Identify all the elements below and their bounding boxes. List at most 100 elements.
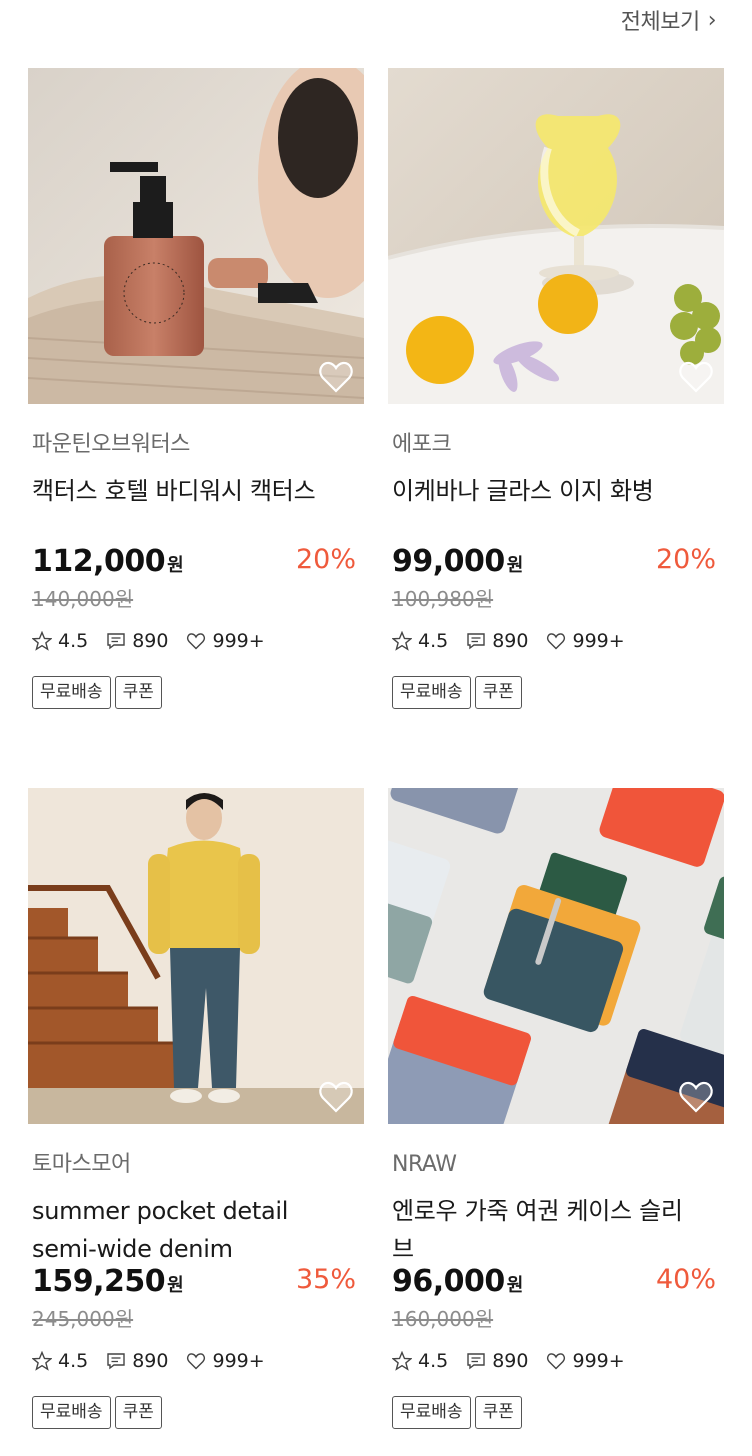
- price-row: 99,000 원 20%: [388, 544, 724, 584]
- brand-name[interactable]: 에포크: [388, 430, 724, 460]
- product-name[interactable]: summer pocket detail semi-wide denim: [28, 1192, 364, 1268]
- like-count: 999+: [572, 1350, 625, 1372]
- sale-price: 112,000: [32, 544, 166, 579]
- free-shipping-badge: 무료배송: [32, 1396, 111, 1429]
- like-count: 999+: [572, 630, 625, 652]
- product-image[interactable]: [28, 68, 364, 404]
- rating-value: 4.5: [58, 1350, 89, 1372]
- tag-list: 무료배송 쿠폰: [28, 1396, 364, 1429]
- sale-price: 159,250: [32, 1264, 166, 1299]
- free-shipping-badge: 무료배송: [32, 676, 111, 709]
- product-image[interactable]: [28, 788, 364, 1124]
- review-count: 890: [492, 1350, 529, 1372]
- stats-row: 4.5 890 999+: [28, 1348, 364, 1374]
- rating: 4.5: [392, 1350, 448, 1372]
- comment-icon: [467, 633, 485, 650]
- coupon-badge: 쿠폰: [114, 1396, 162, 1429]
- star-icon: [32, 1351, 52, 1371]
- product-name[interactable]: 이케바나 글라스 이지 화병: [388, 472, 724, 548]
- sale-price: 99,000: [392, 544, 505, 579]
- section-header: 전체보기 ›: [0, 0, 752, 40]
- stats-row: 4.5 890 999+: [388, 1348, 724, 1374]
- discount-rate: 40%: [655, 1264, 716, 1295]
- currency-label: 원: [167, 1275, 184, 1296]
- likes: 999+: [186, 1350, 265, 1372]
- product-image[interactable]: [388, 68, 724, 404]
- original-price: 160,000원: [392, 1307, 494, 1331]
- product-card[interactable]: NRAW 엔로우 가죽 여권 케이스 슬리브 96,000 원 40% 160,0…: [388, 788, 724, 1429]
- discount-rate: 20%: [295, 544, 356, 575]
- price-row: 112,000 원 20%: [28, 544, 364, 584]
- brand-name[interactable]: NRAW: [388, 1150, 724, 1180]
- price-row: 96,000 원 40%: [388, 1264, 724, 1304]
- currency-label: 원: [167, 555, 184, 576]
- comment-icon: [467, 1353, 485, 1370]
- reviews: 890: [466, 1350, 528, 1372]
- view-all-label: 전체보기: [620, 10, 700, 35]
- original-price: 245,000원: [32, 1307, 134, 1331]
- heart-outline-icon: [547, 1353, 566, 1370]
- heart-icon[interactable]: [678, 360, 714, 394]
- heart-outline-icon: [187, 1353, 206, 1370]
- heart-outline-icon: [547, 633, 566, 650]
- heart-icon[interactable]: [318, 1080, 354, 1114]
- star-icon: [392, 631, 412, 651]
- rating: 4.5: [32, 630, 88, 652]
- coupon-badge: 쿠폰: [114, 676, 162, 709]
- currency-label: 원: [506, 1275, 524, 1296]
- likes: 999+: [546, 1350, 625, 1372]
- sale-price: 96,000: [392, 1264, 505, 1299]
- likes: 999+: [186, 630, 265, 652]
- product-image[interactable]: [388, 788, 724, 1124]
- review-count: 890: [132, 630, 169, 652]
- tag-list: 무료배송 쿠폰: [388, 676, 724, 709]
- comment-icon: [107, 633, 125, 650]
- star-icon: [32, 631, 52, 651]
- stats-row: 4.5 890 999+: [388, 628, 724, 654]
- coupon-badge: 쿠폰: [474, 676, 522, 709]
- free-shipping-badge: 무료배송: [392, 676, 471, 709]
- original-price: 140,000원: [32, 587, 134, 611]
- heart-icon[interactable]: [678, 1080, 714, 1114]
- comment-icon: [107, 1353, 125, 1370]
- chevron-right-icon: ›: [707, 7, 717, 33]
- tag-list: 무료배송 쿠폰: [388, 1396, 724, 1429]
- body-wash-photo: [28, 68, 364, 404]
- tag-list: 무료배송 쿠폰: [28, 676, 364, 709]
- rating-value: 4.5: [58, 630, 89, 652]
- discount-rate: 20%: [655, 544, 716, 575]
- product-name[interactable]: 엔로우 가죽 여권 케이스 슬리브: [388, 1192, 724, 1268]
- price-row: 159,250 원 35%: [28, 1264, 364, 1304]
- like-count: 999+: [212, 1350, 265, 1372]
- review-count: 890: [132, 1350, 169, 1372]
- product-name[interactable]: 캑터스 호텔 바디워시 캑터스: [28, 472, 364, 548]
- rating-value: 4.5: [418, 630, 449, 652]
- rating-value: 4.5: [418, 1350, 449, 1372]
- glass-vase-photo: [388, 68, 724, 404]
- rating: 4.5: [392, 630, 448, 652]
- view-all-link[interactable]: 전체보기 ›: [620, 4, 717, 36]
- heart-icon[interactable]: [318, 360, 354, 394]
- rating: 4.5: [32, 1350, 88, 1372]
- coupon-badge: 쿠폰: [474, 1396, 522, 1429]
- reviews: 890: [466, 630, 528, 652]
- reviews: 890: [106, 1350, 168, 1372]
- product-card[interactable]: 파운틴오브워터스 캑터스 호텔 바디워시 캑터스 112,000 원 20% 14…: [28, 68, 364, 709]
- reviews: 890: [106, 630, 168, 652]
- denim-model-photo: [28, 788, 364, 1124]
- product-card[interactable]: 에포크 이케바나 글라스 이지 화병 99,000 원 20% 100,980원 …: [388, 68, 724, 709]
- original-price: 100,980원: [392, 587, 494, 611]
- stats-row: 4.5 890 999+: [28, 628, 364, 654]
- brand-name[interactable]: 파운틴오브워터스: [28, 430, 364, 460]
- product-card[interactable]: 토마스모어 summer pocket detail semi-wide den…: [28, 788, 364, 1429]
- like-count: 999+: [212, 630, 265, 652]
- star-icon: [392, 1351, 412, 1371]
- discount-rate: 35%: [295, 1264, 356, 1295]
- brand-name[interactable]: 토마스모어: [28, 1150, 364, 1180]
- currency-label: 원: [506, 555, 524, 576]
- likes: 999+: [546, 630, 625, 652]
- free-shipping-badge: 무료배송: [392, 1396, 471, 1429]
- review-count: 890: [492, 630, 529, 652]
- heart-outline-icon: [187, 633, 206, 650]
- passport-sleeve-photo: [388, 788, 724, 1124]
